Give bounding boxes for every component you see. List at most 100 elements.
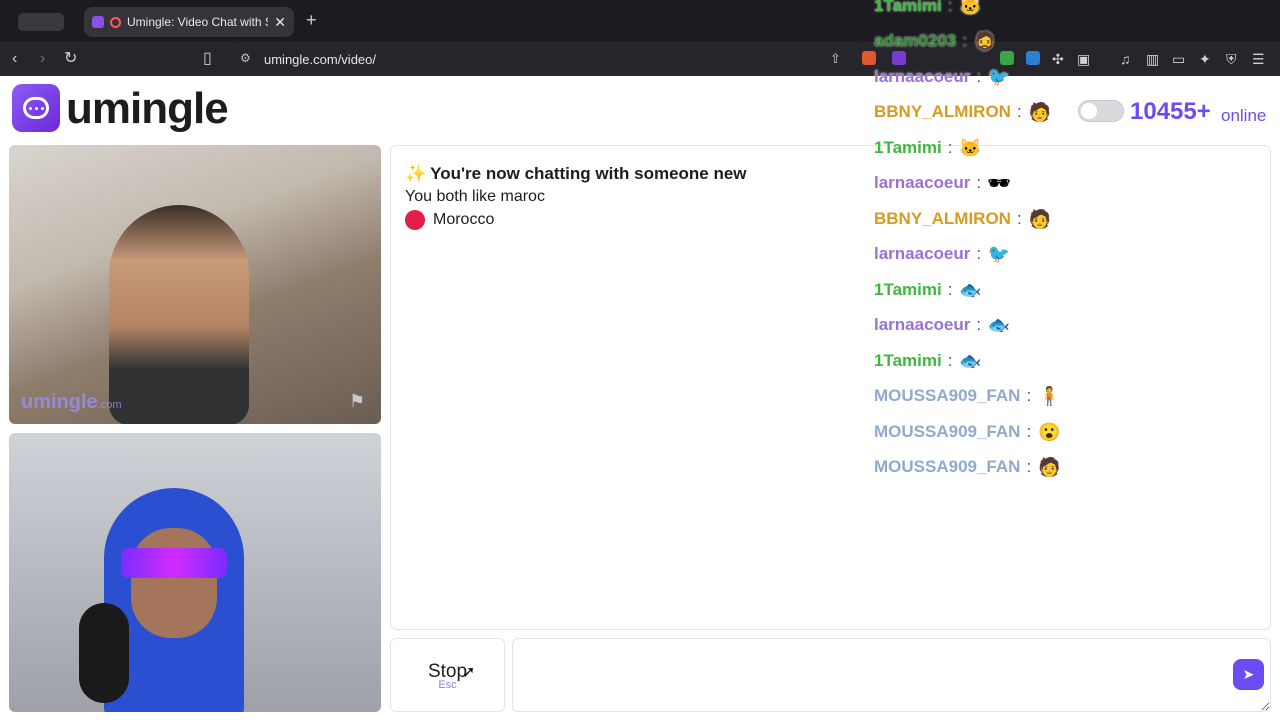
online-count: 10455+	[1130, 98, 1211, 125]
recording-indicator-icon	[110, 16, 121, 28]
overlay-emote-icon: 🧍	[1037, 386, 1061, 406]
overlay-separator: :	[947, 351, 953, 370]
close-tab-icon[interactable]: ✕	[274, 14, 286, 31]
overlay-username: MOUSSA909_FAN	[874, 422, 1021, 441]
overlay-emote-icon: 🕶	[987, 173, 1011, 193]
overlay-separator: :	[962, 31, 967, 50]
share-icon[interactable]: ⇧	[830, 49, 841, 69]
overlay-emote-icon: 🧔	[973, 31, 997, 51]
online-label: online	[1221, 106, 1267, 125]
country-name: Morocco	[433, 211, 495, 228]
overlay-username: larnaacoeur	[874, 315, 971, 334]
overlay-username: BBNY_ALMIRON	[874, 102, 1011, 121]
send-icon[interactable]: ➤	[1233, 659, 1264, 690]
self-person-glasses	[121, 548, 227, 578]
overlay-separator: :	[947, 138, 953, 157]
overlay-emote-icon: 🐱	[959, 138, 982, 158]
overlay-username: 1Tamimi	[874, 138, 942, 157]
common-interests-text: You both like maroc	[405, 188, 545, 205]
overlay-emote-icon: 🧑	[1028, 209, 1051, 229]
browser-tab-active[interactable]: Umingle: Video Chat with St ✕	[84, 7, 294, 37]
overlay-chat-row: 1Tamimi: 🐟	[874, 278, 982, 302]
overlay-chat-row: adam0203: 🧔	[874, 29, 997, 53]
site-logo-text[interactable]: umingle	[66, 84, 229, 134]
overlay-separator: :	[976, 315, 982, 334]
chat-log	[390, 145, 1271, 630]
system-message-title: ✨ You're now chatting with someone new	[405, 164, 747, 183]
sidebar-toggle-button[interactable]	[18, 13, 64, 31]
overlay-separator: :	[1026, 386, 1032, 405]
bookmark-icon[interactable]: ▯	[203, 49, 212, 69]
stranger-person	[109, 205, 249, 424]
overlay-username: BBNY_ALMIRON	[874, 209, 1011, 228]
overlay-chat-row: larnaacoeur: 🐦	[874, 65, 1011, 89]
overlay-emote-icon: 🐦	[987, 244, 1011, 264]
umingle-favicon-icon	[92, 16, 104, 28]
overlay-emote-icon: 🐱	[959, 0, 982, 16]
overlay-separator: :	[976, 244, 982, 263]
overlay-chat-row: MOUSSA909_FAN: 🧍	[874, 384, 1061, 408]
overlay-separator: :	[947, 280, 953, 299]
overlay-chat-row: MOUSSA909_FAN: 😮	[874, 420, 1061, 444]
self-video	[9, 433, 381, 712]
vpn-icon[interactable]: ⛨	[1226, 49, 1237, 69]
overlay-username: larnaacoeur	[874, 173, 971, 192]
stop-button[interactable]: Stop Esc	[390, 638, 505, 712]
umingle-logo-icon[interactable]	[12, 84, 60, 132]
stop-shortcut-label: Esc	[438, 679, 457, 691]
overlay-username: 1Tamimi	[874, 351, 942, 370]
url-text: umingle.com/video/	[264, 51, 376, 67]
overlay-chat-row: larnaacoeur: 🐦	[874, 242, 1011, 266]
overlay-username: larnaacoeur	[874, 244, 971, 263]
forward-icon[interactable]: ›	[40, 49, 45, 69]
stranger-video: umingle.com ⚑	[9, 145, 381, 424]
message-input[interactable]	[512, 638, 1271, 712]
overlay-emote-icon: 🐟	[959, 351, 982, 371]
overlay-separator: :	[947, 0, 953, 15]
overlay-emote-icon: 🐟	[959, 280, 982, 300]
overlay-emote-icon: 🧑	[1037, 457, 1061, 477]
overlay-emote-icon: 🧑	[1028, 102, 1051, 122]
overlay-username: larnaacoeur	[874, 67, 971, 86]
microphone	[79, 603, 129, 703]
overlay-chat-row: 1Tamimi: 🐟	[874, 349, 982, 373]
mouse-cursor-icon: ➚	[462, 664, 476, 681]
new-tab-icon[interactable]: +	[306, 10, 317, 31]
overlay-username: MOUSSA909_FAN	[874, 386, 1021, 405]
reload-icon[interactable]: ↻	[64, 49, 77, 69]
sidebar-icon[interactable]: ▥	[1146, 49, 1159, 69]
overlay-chat-row: MOUSSA909_FAN: 🧑	[874, 455, 1061, 479]
site-info-icon[interactable]: ⚙	[240, 51, 251, 65]
report-flag-icon[interactable]: ⚑	[349, 391, 369, 411]
overlay-emote-icon: 😮	[1037, 422, 1061, 442]
stream-chat-overlay: 1Tamimi: 🐱 adam0203: 🧔 larnaacoeur: 🐦 BBNY_ALM…	[874, 0, 1134, 480]
tab-title: Umingle: Video Chat with St	[127, 15, 269, 29]
overlay-chat-row: larnaacoeur: 🕶	[874, 171, 1011, 195]
wallet-icon[interactable]: ▭	[1172, 49, 1185, 69]
overlay-chat-row: BBNY_ALMIRON: 🧑	[874, 207, 1052, 231]
back-icon[interactable]: ‹	[12, 49, 17, 69]
overlay-username: MOUSSA909_FAN	[874, 457, 1021, 476]
overlay-emote-icon: 🐦	[987, 67, 1011, 87]
leo-ai-icon[interactable]: ✦	[1199, 49, 1211, 69]
overlay-chat-row: larnaacoeur: 🐟	[874, 313, 1011, 337]
overlay-emote-icon: 🐟	[987, 315, 1011, 335]
country-flag-icon	[405, 210, 425, 230]
overlay-separator: :	[1026, 422, 1032, 441]
address-bar[interactable]: ⚙ umingle.com/video/	[232, 46, 862, 72]
overlay-chat-row: 1Tamimi: 🐱	[874, 136, 982, 160]
overlay-separator: :	[976, 173, 982, 192]
overlay-chat-row: BBNY_ALMIRON: 🧑	[874, 100, 1052, 124]
menu-icon[interactable]: ☰	[1252, 49, 1265, 69]
self-person-face	[131, 528, 217, 638]
video-watermark: umingle.com	[21, 391, 122, 413]
overlay-separator: :	[1016, 102, 1022, 121]
overlay-username: 1Tamimi	[874, 280, 942, 299]
sparkle-icon: ✨	[405, 164, 427, 183]
overlay-username: adam0203	[874, 31, 957, 50]
stranger-country: Morocco	[405, 210, 494, 230]
overlay-separator: :	[1026, 457, 1032, 476]
overlay-chat-row: 1Tamimi: 🐱	[874, 0, 982, 18]
overlay-separator: :	[1016, 209, 1022, 228]
overlay-username: 1Tamimi	[874, 0, 942, 15]
